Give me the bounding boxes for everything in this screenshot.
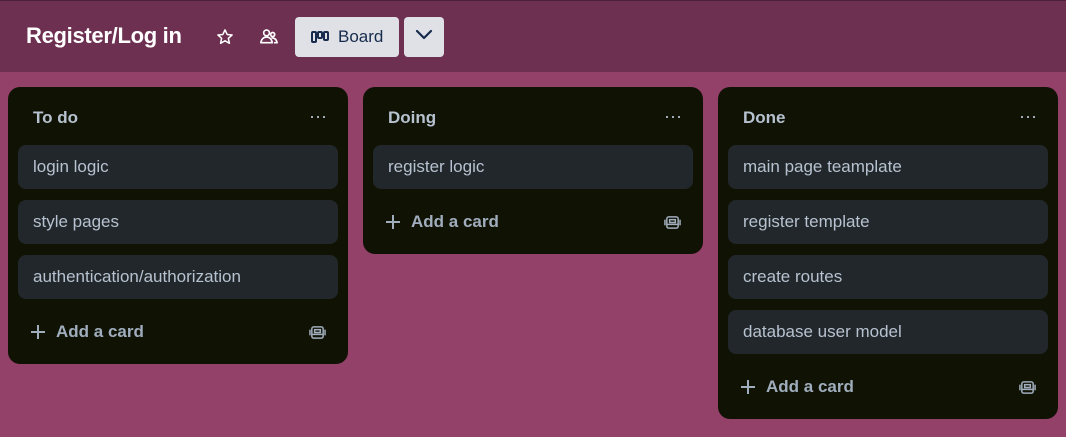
list-to-do: To do ··· login logic style pages authen… [8,87,348,364]
card[interactable]: authentication/authorization [18,255,338,299]
plus-icon [30,324,46,340]
list-done: Done ··· main page teamplate register te… [718,87,1058,419]
view-dropdown-button[interactable] [404,17,444,57]
card[interactable]: main page teamplate [728,145,1048,189]
card[interactable]: register template [728,200,1048,244]
list-title[interactable]: To do [33,108,78,128]
list-footer: Add a card [718,365,1058,409]
list-menu-icon[interactable]: ··· [659,105,687,127]
add-card-label: Add a card [56,322,144,341]
board-title[interactable]: Register/Log in [26,23,182,49]
list-header: To do ··· [8,87,348,145]
card[interactable]: register logic [373,145,693,189]
list-doing: Doing ··· register logic Add a card [363,87,703,254]
board-icon [311,31,329,43]
card-template-icon[interactable] [308,323,326,341]
list-menu-icon[interactable]: ··· [1014,105,1042,127]
board-view-label: Board [338,27,384,46]
add-card-label: Add a card [766,377,854,396]
card-template-icon[interactable] [663,213,681,231]
chevron-down-icon [415,28,433,46]
card[interactable]: database user model [728,310,1048,354]
card[interactable]: create routes [728,255,1048,299]
list-footer: Add a card [363,200,703,244]
workspace-visible-icon[interactable] [255,23,283,51]
card[interactable]: login logic [18,145,338,189]
list-header: Doing ··· [363,87,703,145]
star-icon[interactable] [211,23,239,51]
board-header: Register/Log in Board [0,0,1066,72]
list-menu-icon[interactable]: ··· [304,105,332,127]
plus-icon [740,379,756,395]
list-title[interactable]: Doing [388,108,436,128]
card-template-icon[interactable] [1018,378,1036,396]
list-header: Done ··· [718,87,1058,145]
card[interactable]: style pages [18,200,338,244]
list-title[interactable]: Done [743,108,786,128]
add-card-button[interactable]: Add a card [740,365,854,409]
plus-icon [385,214,401,230]
add-card-label: Add a card [411,212,499,231]
list-footer: Add a card [8,310,348,354]
board-view-button[interactable]: Board [295,17,399,57]
add-card-button[interactable]: Add a card [30,310,144,354]
add-card-button[interactable]: Add a card [385,200,499,244]
